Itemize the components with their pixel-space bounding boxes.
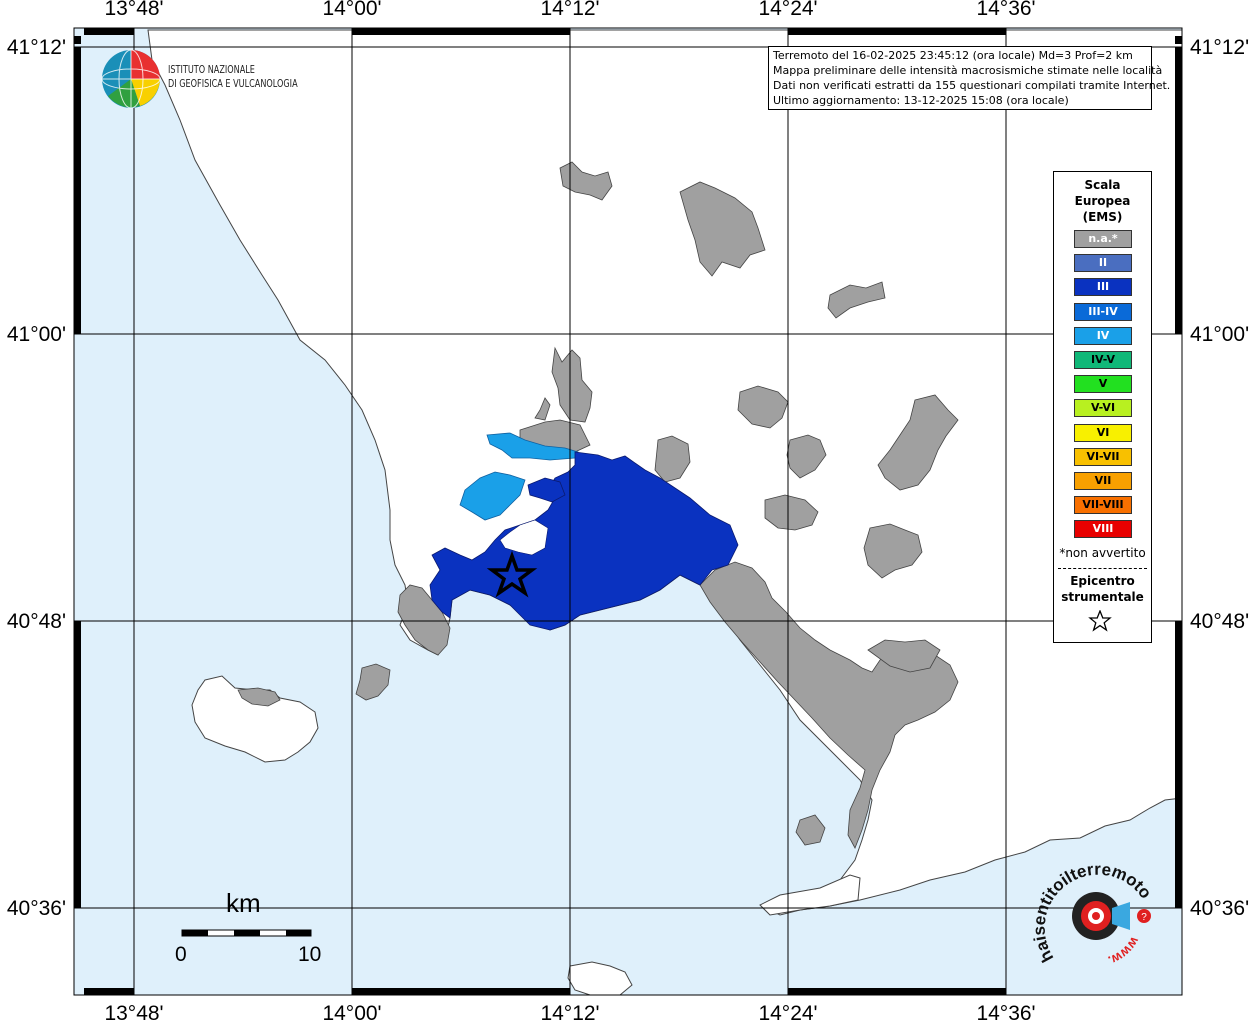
legend-epicenter-line: strumentale — [1061, 590, 1144, 604]
lon-label: 14°36' — [976, 0, 1035, 20]
legend-title-line: Europea — [1074, 194, 1131, 208]
lat-label: 40°36' — [7, 897, 66, 920]
lat-label: 40°36' — [1190, 897, 1249, 920]
lat-label: 41°12' — [1190, 36, 1249, 59]
legend-item: VI-VII — [1074, 447, 1132, 466]
legend-note: *non avvertito — [1059, 546, 1146, 560]
haisentito-logo[interactable]: haisentitoilterremoto.it www. ? — [1029, 843, 1160, 980]
legend-item: III — [1074, 278, 1132, 297]
legend-epicenter-label: Epicentro strumentale — [1054, 573, 1151, 605]
badge-url: www. — [1106, 934, 1143, 969]
legend-item: III-IV — [1074, 302, 1132, 321]
lon-label: 14°00' — [322, 0, 381, 20]
scale-bar — [181, 929, 312, 937]
ingv-logo — [100, 48, 162, 114]
lat-labels-right: 41°12' 41°00' 40°48' 40°36' — [1190, 36, 1249, 920]
event-info-line: Dati non verificati estratti da 155 ques… — [773, 79, 1171, 92]
legend-item: II — [1074, 254, 1132, 273]
event-info-line: Terremoto del 16-02-2025 23:45:12 (ora l… — [773, 49, 1133, 62]
svg-text:?: ? — [1141, 912, 1147, 923]
lat-label: 40°48' — [7, 610, 66, 633]
legend-item: IV-V — [1074, 351, 1132, 369]
legend-item: IV — [1074, 326, 1132, 345]
event-info-box: Terremoto del 16-02-2025 23:45:12 (ora l… — [768, 46, 1171, 110]
legend-title: Scala Europea (EMS) — [1054, 177, 1151, 225]
lon-label: 14°24' — [758, 1002, 817, 1024]
legend-title-line: Scala — [1084, 178, 1121, 192]
lon-label: 13°48' — [104, 0, 163, 20]
lat-label: 41°00' — [7, 323, 66, 346]
legend-item: VIII — [1074, 520, 1132, 539]
globe-icon — [101, 49, 161, 109]
lon-label: 14°36' — [976, 1002, 1035, 1024]
legend-item: n.a.* — [1074, 230, 1132, 248]
lon-label: 14°00' — [322, 1002, 381, 1024]
lon-label: 13°48' — [104, 1002, 163, 1024]
lon-label: 14°12' — [540, 0, 599, 20]
legend-title-line: (EMS) — [1082, 210, 1123, 224]
lat-label: 41°00' — [1190, 323, 1249, 346]
ems-legend: Scala Europea (EMS) n.a.* II III III-IV IV IV… — [1053, 171, 1152, 643]
star-icon — [1088, 610, 1112, 632]
institute-line2: DI GEOFISICA E VULCANOLOGIA — [168, 77, 298, 90]
lon-label: 14°12' — [540, 1002, 599, 1024]
lat-label: 40°48' — [1190, 610, 1249, 633]
lat-label: 41°12' — [7, 36, 66, 59]
event-info-line: Mappa preliminare delle intensità macros… — [773, 64, 1163, 77]
haisentito-icon: haisentitoilterremoto.it www. ? — [1029, 843, 1155, 969]
scale-start: 0 — [175, 943, 187, 966]
legend-item: V — [1074, 375, 1132, 394]
institute-line1: ISTITUTO NAZIONALE — [168, 63, 255, 76]
lat-labels-left: 41°12' 41°00' 40°48' 40°36' — [7, 36, 66, 920]
institute-name: ISTITUTO NAZIONALE DI GEOFISICA E VULCAN… — [168, 63, 298, 91]
legend-item: V-VI — [1074, 399, 1132, 418]
scale-unit: km — [226, 888, 261, 918]
lon-labels-top: 13°48' 14°00' 14°12' 14°24' 14°36' — [104, 0, 1035, 20]
event-info-line: Ultimo aggiornamento: 13-12-2025 15:08 (… — [773, 94, 1069, 107]
lon-label: 14°24' — [758, 0, 817, 20]
legend-separator — [1058, 568, 1147, 569]
legend-item: VII-VIII — [1074, 496, 1132, 515]
scale-end: 10 — [298, 943, 322, 966]
svg-text:www.: www. — [1106, 934, 1143, 969]
lon-labels-bottom: 13°48' 14°00' 14°12' 14°24' 14°36' — [104, 1002, 1035, 1024]
legend-item: VI — [1074, 423, 1132, 442]
legend-item: VII — [1074, 472, 1132, 490]
legend-epicenter-line: Epicentro — [1070, 574, 1135, 588]
